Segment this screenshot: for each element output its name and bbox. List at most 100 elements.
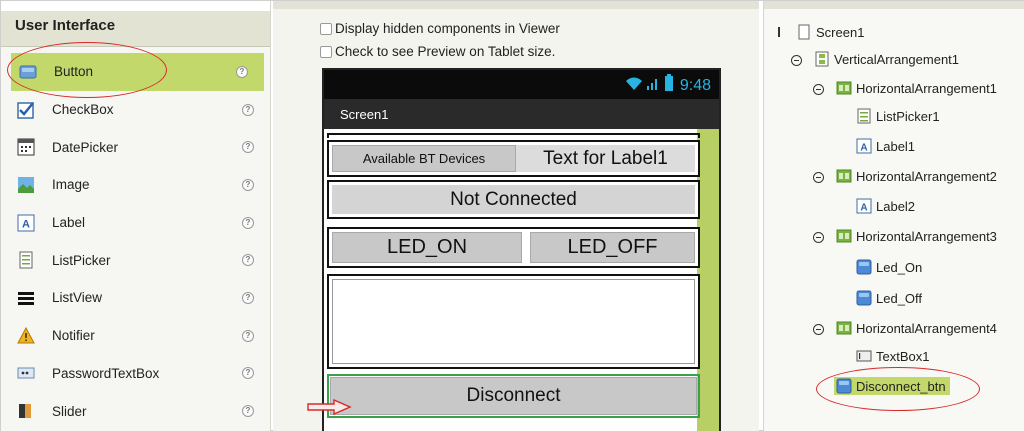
collapse-toggle-icon[interactable] [791,55,802,66]
collapse-toggle-icon[interactable] [813,172,824,183]
horizontal-arrangement-icon [836,320,852,336]
palette-item-notifier[interactable]: Notifier ? [1,317,270,355]
help-icon[interactable]: ? [242,178,254,191]
tree-node-label2[interactable]: A Label2 [856,198,915,214]
vertical-arrangement-scroll[interactable] [697,129,719,431]
label-icon: A [856,198,872,214]
tree-node-label: HorizontalArrangement2 [856,168,997,184]
palette-item-label[interactable]: A Label ? [1,204,270,242]
collapse-toggle-icon[interactable] [813,324,824,335]
tablet-preview-label: Check to see Preview on Tablet size. [335,44,556,59]
tree-node-listpicker1[interactable]: ListPicker1 [856,108,940,124]
help-icon[interactable]: ? [242,103,254,116]
palette-list: Button ? CheckBox ? DatePicker ? Image ? [1,53,270,430]
palette-item-label: CheckBox [52,102,114,118]
palette-item-button[interactable]: Button ? [11,53,264,91]
textbox1[interactable] [332,279,695,364]
tablet-preview-checkbox[interactable] [320,45,332,58]
palette-item-datepicker[interactable]: DatePicker ? [1,128,270,166]
button-icon [836,378,852,394]
tree-node-label: Disconnect_btn [856,378,946,394]
viewer-top-strip [273,1,759,9]
available-bt-devices-button[interactable]: Available BT Devices [332,145,516,172]
palette-header[interactable]: User Interface [1,1,270,47]
signal-icon [646,75,660,96]
collapse-toggle-icon[interactable] [813,232,824,243]
option-display-hidden[interactable]: Display hidden components in Viewer [320,21,560,36]
palette-item-label: ListView [52,290,103,306]
annotation-arrow-icon [307,398,352,416]
help-icon[interactable]: ? [236,65,248,78]
tree-node-label: Led_On [876,259,923,275]
textbox-icon [856,348,872,364]
components-tree-panel: Screen1 VerticalArrangement1 HorizontalA… [763,1,1024,431]
label-icon: A [856,138,872,154]
tree-node-led-off[interactable]: Led_Off [856,290,922,306]
vertical-arrangement-icon [814,51,830,67]
help-icon[interactable]: ? [242,254,254,267]
palette-item-checkbox[interactable]: CheckBox ? [1,91,270,129]
display-hidden-label: Display hidden components in Viewer [335,21,560,36]
tree-node-label: VerticalArrangement1 [834,51,960,67]
palette-item-image[interactable]: Image ? [1,166,270,204]
horizontal-arrangement-4 [327,274,700,369]
status-bar: 9:48 [324,70,719,99]
tree-node-screen1[interactable]: Screen1 [778,24,864,40]
tree-line [778,27,780,37]
palette-item-listpicker[interactable]: ListPicker ? [1,241,270,279]
warning-icon [17,326,35,345]
screen-title-bar: Screen1 [324,99,719,129]
horizontal-arrangement-icon [836,168,852,184]
palette-item-label: Image [52,177,90,193]
viewer-panel: Display hidden components in Viewer Chec… [273,1,759,431]
listview-icon [17,289,35,307]
palette-item-label: Notifier [52,328,95,344]
tree-node-disconnect-btn[interactable]: Disconnect_btn [834,377,950,395]
tree-top-strip [764,1,1024,9]
led-off-button[interactable]: LED_OFF [530,232,695,263]
label1: Text for Label1 [516,145,695,172]
led-on-button[interactable]: LED_ON [332,232,522,263]
button-icon [19,63,37,81]
screen-icon [796,24,812,40]
tree-node-led-on[interactable]: Led_On [856,259,922,275]
arrangement-top-edge [327,133,700,138]
tree-node-horizontalarrangement1[interactable]: HorizontalArrangement1 [836,80,997,96]
help-icon[interactable]: ? [242,141,254,154]
tree-node-label1[interactable]: A Label1 [856,138,915,154]
tree-node-textbox1[interactable]: TextBox1 [856,348,929,364]
slider-icon [17,402,35,420]
help-icon[interactable]: ? [242,329,254,342]
horizontal-arrangement-2: Not Connected [327,180,700,219]
available-bt-devices-label: Available BT Devices [362,151,486,166]
help-icon[interactable]: ? [242,367,254,380]
collapse-toggle-icon[interactable] [813,84,824,95]
battery-icon [664,74,674,97]
checkbox-icon [17,101,35,119]
tree-node-label: TextBox1 [876,348,930,364]
disconnect-button-frame: Disconnect [327,374,700,418]
disconnect-button[interactable]: Disconnect [330,377,697,415]
tree-node-label: HorizontalArrangement4 [856,320,997,336]
palette-panel: User Interface Button ? CheckBox ? DateP… [1,1,271,431]
tree-node-horizontalarrangement4[interactable]: HorizontalArrangement4 [836,320,997,336]
listpicker-icon [17,251,35,269]
label1-text: Text for Label1 [543,147,668,169]
help-icon[interactable]: ? [242,216,254,229]
help-icon[interactable]: ? [242,291,254,304]
palette-item-listview[interactable]: ListView ? [1,279,270,317]
palette-item-slider[interactable]: Slider ? [1,392,270,430]
button-icon [856,259,872,275]
vertical-arrangement: Available BT Devices Text for Label1 Not… [327,133,700,418]
help-icon[interactable]: ? [242,405,254,418]
palette-item-passwordtextbox[interactable]: PasswordTextBox ? [1,355,270,393]
option-tablet-preview[interactable]: Check to see Preview on Tablet size. [320,44,555,59]
label2: Not Connected [332,185,695,214]
tree-node-horizontalarrangement3[interactable]: HorizontalArrangement3 [836,228,997,244]
horizontal-arrangement-3: LED_ON LED_OFF [327,227,700,268]
display-hidden-checkbox[interactable] [320,22,332,35]
tree-node-verticalarrangement1[interactable]: VerticalArrangement1 [814,51,959,67]
horizontal-arrangement-1: Available BT Devices Text for Label1 [327,140,700,177]
tree-node-horizontalarrangement2[interactable]: HorizontalArrangement2 [836,168,997,184]
screen-body: Available BT Devices Text for Label1 Not… [324,129,719,431]
